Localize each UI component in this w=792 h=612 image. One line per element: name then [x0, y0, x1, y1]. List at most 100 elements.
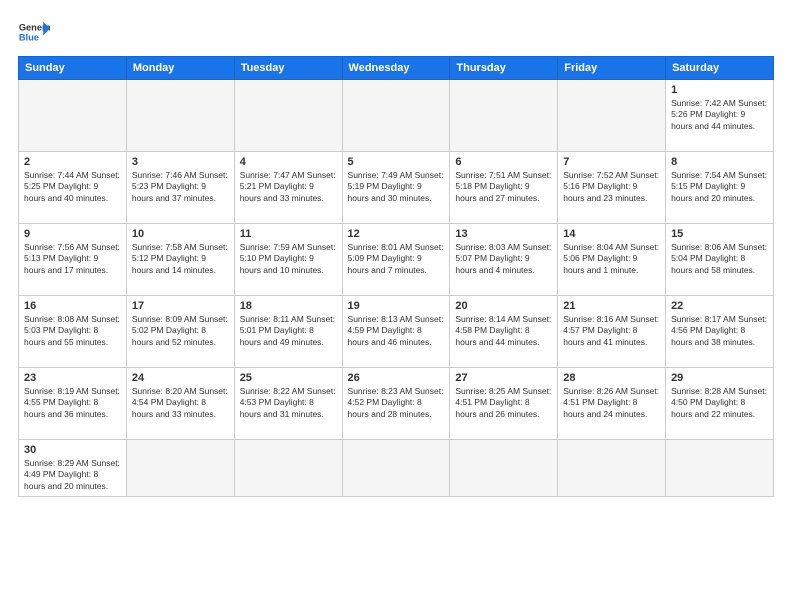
calendar-cell — [450, 440, 558, 497]
day-info: Sunrise: 8:03 AM Sunset: 5:07 PM Dayligh… — [455, 242, 552, 276]
day-info: Sunrise: 7:54 AM Sunset: 5:15 PM Dayligh… — [671, 170, 768, 204]
calendar-cell: 12 Sunrise: 8:01 AM Sunset: 5:09 PM Dayli… — [342, 224, 450, 296]
calendar-cell: 7 Sunrise: 7:52 AM Sunset: 5:16 PM Daylig… — [558, 152, 666, 224]
calendar-cell: 30 Sunrise: 8:29 AM Sunset: 4:49 PM Dayli… — [19, 440, 127, 497]
day-info: Sunrise: 7:42 AM Sunset: 5:26 PM Dayligh… — [671, 98, 768, 132]
calendar-cell: 5Sunrise: 7:49 AM Sunset: 5:19 PM Daylig… — [342, 152, 450, 224]
calendar-cell: 4 Sunrise: 7:47 AM Sunset: 5:21 PM Daylig… — [234, 152, 342, 224]
calendar-cell — [126, 440, 234, 497]
day-info: Sunrise: 7:47 AM Sunset: 5:21 PM Dayligh… — [240, 170, 337, 204]
day-number: 29 — [671, 372, 768, 384]
day-number: 11 — [240, 228, 337, 240]
calendar-cell: 13 Sunrise: 8:03 AM Sunset: 5:07 PM Dayli… — [450, 224, 558, 296]
day-number: 30 — [24, 444, 121, 456]
weekday-thursday: Thursday — [450, 57, 558, 80]
day-number: 8 — [671, 156, 768, 168]
calendar-cell — [126, 80, 234, 152]
day-info: Sunrise: 8:08 AM Sunset: 5:03 PM Dayligh… — [24, 314, 121, 348]
svg-text:Blue: Blue — [19, 32, 39, 42]
calendar-cell: 24Sunrise: 8:20 AM Sunset: 4:54 PM Dayli… — [126, 368, 234, 440]
calendar-cell — [558, 80, 666, 152]
day-info: Sunrise: 7:56 AM Sunset: 5:13 PM Dayligh… — [24, 242, 121, 276]
day-number: 22 — [671, 300, 768, 312]
day-number: 9 — [24, 228, 121, 240]
day-number: 4 — [240, 156, 337, 168]
calendar-cell: 15Sunrise: 8:06 AM Sunset: 5:04 PM Dayli… — [666, 224, 774, 296]
day-info: Sunrise: 8:28 AM Sunset: 4:50 PM Dayligh… — [671, 386, 768, 420]
day-number: 13 — [455, 228, 552, 240]
day-number: 5 — [348, 156, 445, 168]
calendar-cell: 22 Sunrise: 8:17 AM Sunset: 4:56 PM Dayli… — [666, 296, 774, 368]
day-info: Sunrise: 8:01 AM Sunset: 5:09 PM Dayligh… — [348, 242, 445, 276]
day-number: 26 — [348, 372, 445, 384]
weekday-tuesday: Tuesday — [234, 57, 342, 80]
day-info: Sunrise: 8:16 AM Sunset: 4:57 PM Dayligh… — [563, 314, 660, 348]
calendar-cell — [450, 80, 558, 152]
calendar-cell: 19Sunrise: 8:13 AM Sunset: 4:59 PM Dayli… — [342, 296, 450, 368]
week-row-2: 2 Sunrise: 7:44 AM Sunset: 5:25 PM Daylig… — [19, 152, 774, 224]
day-info: Sunrise: 8:25 AM Sunset: 4:51 PM Dayligh… — [455, 386, 552, 420]
logo: General Blue — [18, 18, 50, 46]
day-number: 28 — [563, 372, 660, 384]
calendar-cell: 25 Sunrise: 8:22 AM Sunset: 4:53 PM Dayli… — [234, 368, 342, 440]
day-number: 14 — [563, 228, 660, 240]
calendar-cell: 29 Sunrise: 8:28 AM Sunset: 4:50 PM Dayli… — [666, 368, 774, 440]
day-info: Sunrise: 7:59 AM Sunset: 5:10 PM Dayligh… — [240, 242, 337, 276]
day-number: 3 — [132, 156, 229, 168]
calendar-cell: 11 Sunrise: 7:59 AM Sunset: 5:10 PM Dayli… — [234, 224, 342, 296]
weekday-saturday: Saturday — [666, 57, 774, 80]
day-info: Sunrise: 8:22 AM Sunset: 4:53 PM Dayligh… — [240, 386, 337, 420]
day-number: 1 — [671, 84, 768, 96]
day-info: Sunrise: 8:23 AM Sunset: 4:52 PM Dayligh… — [348, 386, 445, 420]
day-info: Sunrise: 8:29 AM Sunset: 4:49 PM Dayligh… — [24, 458, 121, 492]
day-number: 20 — [455, 300, 552, 312]
calendar-cell: 3Sunrise: 7:46 AM Sunset: 5:23 PM Daylig… — [126, 152, 234, 224]
calendar-cell: 20Sunrise: 8:14 AM Sunset: 4:58 PM Dayli… — [450, 296, 558, 368]
day-number: 2 — [24, 156, 121, 168]
calendar-cell: 28Sunrise: 8:26 AM Sunset: 4:51 PM Dayli… — [558, 368, 666, 440]
calendar-cell: 18 Sunrise: 8:11 AM Sunset: 5:01 PM Dayli… — [234, 296, 342, 368]
calendar-cell — [342, 80, 450, 152]
day-number: 25 — [240, 372, 337, 384]
calendar-cell: 23 Sunrise: 8:19 AM Sunset: 4:55 PM Dayli… — [19, 368, 127, 440]
weekday-wednesday: Wednesday — [342, 57, 450, 80]
calendar-cell: 9 Sunrise: 7:56 AM Sunset: 5:13 PM Daylig… — [19, 224, 127, 296]
day-number: 27 — [455, 372, 552, 384]
day-info: Sunrise: 7:44 AM Sunset: 5:25 PM Dayligh… — [24, 170, 121, 204]
calendar-cell — [234, 80, 342, 152]
calendar-cell: 10Sunrise: 7:58 AM Sunset: 5:12 PM Dayli… — [126, 224, 234, 296]
calendar: SundayMondayTuesdayWednesdayThursdayFrid… — [18, 56, 774, 497]
calendar-cell — [19, 80, 127, 152]
calendar-cell: 21 Sunrise: 8:16 AM Sunset: 4:57 PM Dayli… — [558, 296, 666, 368]
calendar-cell: 2 Sunrise: 7:44 AM Sunset: 5:25 PM Daylig… — [19, 152, 127, 224]
calendar-cell — [666, 440, 774, 497]
day-number: 23 — [24, 372, 121, 384]
calendar-cell: 27 Sunrise: 8:25 AM Sunset: 4:51 PM Dayli… — [450, 368, 558, 440]
calendar-cell: 8 Sunrise: 7:54 AM Sunset: 5:15 PM Daylig… — [666, 152, 774, 224]
day-info: Sunrise: 8:17 AM Sunset: 4:56 PM Dayligh… — [671, 314, 768, 348]
day-number: 15 — [671, 228, 768, 240]
day-number: 7 — [563, 156, 660, 168]
day-info: Sunrise: 8:20 AM Sunset: 4:54 PM Dayligh… — [132, 386, 229, 420]
calendar-cell: 17 Sunrise: 8:09 AM Sunset: 5:02 PM Dayli… — [126, 296, 234, 368]
day-info: Sunrise: 7:51 AM Sunset: 5:18 PM Dayligh… — [455, 170, 552, 204]
week-row-5: 23 Sunrise: 8:19 AM Sunset: 4:55 PM Dayli… — [19, 368, 774, 440]
day-number: 17 — [132, 300, 229, 312]
calendar-cell: 26 Sunrise: 8:23 AM Sunset: 4:52 PM Dayli… — [342, 368, 450, 440]
day-info: Sunrise: 8:04 AM Sunset: 5:06 PM Dayligh… — [563, 242, 660, 276]
day-number: 19 — [348, 300, 445, 312]
day-info: Sunrise: 8:09 AM Sunset: 5:02 PM Dayligh… — [132, 314, 229, 348]
day-number: 18 — [240, 300, 337, 312]
day-number: 21 — [563, 300, 660, 312]
calendar-cell — [342, 440, 450, 497]
day-info: Sunrise: 8:11 AM Sunset: 5:01 PM Dayligh… — [240, 314, 337, 348]
calendar-cell: 14 Sunrise: 8:04 AM Sunset: 5:06 PM Dayli… — [558, 224, 666, 296]
calendar-cell: 16Sunrise: 8:08 AM Sunset: 5:03 PM Dayli… — [19, 296, 127, 368]
weekday-header-row: SundayMondayTuesdayWednesdayThursdayFrid… — [19, 57, 774, 80]
day-number: 6 — [455, 156, 552, 168]
weekday-monday: Monday — [126, 57, 234, 80]
day-number: 12 — [348, 228, 445, 240]
day-info: Sunrise: 8:19 AM Sunset: 4:55 PM Dayligh… — [24, 386, 121, 420]
day-info: Sunrise: 7:52 AM Sunset: 5:16 PM Dayligh… — [563, 170, 660, 204]
week-row-6: 30 Sunrise: 8:29 AM Sunset: 4:49 PM Dayli… — [19, 440, 774, 497]
